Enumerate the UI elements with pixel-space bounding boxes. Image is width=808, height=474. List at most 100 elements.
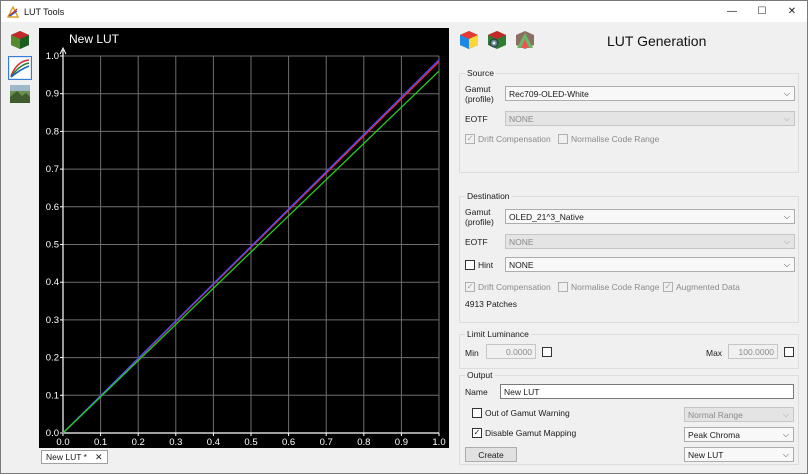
cube-settings-icon[interactable] bbox=[487, 30, 507, 50]
maximize-button[interactable]: ☐ bbox=[747, 1, 777, 22]
dest-normalise-label: Normalise Code Range bbox=[571, 282, 660, 292]
chart-title: New LUT bbox=[69, 32, 120, 46]
out-of-gamut-checkbox[interactable] bbox=[472, 408, 482, 418]
x-tick-label: 0.5 bbox=[244, 437, 257, 448]
x-tick-label: 0.6 bbox=[282, 437, 295, 448]
dest-eotf-value: NONE bbox=[509, 236, 534, 247]
create-button[interactable]: Create bbox=[465, 447, 517, 462]
curve-chart: New LUT 0.0 0.1 0.2 0.3 0.4 0.5 0.6 0.7 0.8 0.9 1.0… bbox=[46, 32, 446, 448]
max-enable-checkbox[interactable] bbox=[784, 347, 794, 357]
lut-generation-panel: LUT Generation Source Gamut (profile) Re… bbox=[457, 28, 799, 468]
output-group: Output Name New LUT Out of Gamut Warning… bbox=[459, 370, 799, 465]
augmented-checkbox[interactable]: ✓ bbox=[663, 282, 673, 292]
x-tick-label: 0.2 bbox=[132, 437, 145, 448]
limit-group-title: Limit Luminance bbox=[465, 329, 531, 339]
dest-drift-label: Drift Compensation bbox=[478, 282, 551, 292]
hint-select[interactable]: NONE ⌵ bbox=[505, 257, 795, 272]
lut-tools-window: LUT Tools — ☐ ✕ New LUT 0.0 0.1 0.2 0.3 0.4 0.… bbox=[0, 0, 808, 474]
source-group: Source Gamut (profile) Rec709-OLED-White… bbox=[459, 68, 799, 173]
close-button[interactable]: ✕ bbox=[777, 1, 807, 22]
source-drift-checkbox[interactable]: ✓ bbox=[465, 134, 475, 144]
minimize-button[interactable]: — bbox=[717, 1, 747, 22]
source-normalise-label: Normalise Code Range bbox=[571, 134, 660, 144]
chevron-down-icon: ⌵ bbox=[783, 260, 790, 269]
min-luminance-input[interactable]: 0.0000 bbox=[486, 344, 536, 359]
source-gamut-value: Rec709-OLED-White bbox=[509, 88, 589, 99]
source-group-title: Source bbox=[465, 68, 496, 78]
chevron-down-icon: ⌵ bbox=[783, 114, 790, 123]
x-tick-label: 1.0 bbox=[432, 437, 445, 448]
lut-select[interactable]: New LUT ⌵ bbox=[684, 447, 794, 462]
min-luminance-value: 0.0000 bbox=[506, 346, 532, 357]
dest-gamut-label-profile: (profile) bbox=[465, 217, 494, 227]
source-gamut-select[interactable]: Rec709-OLED-White ⌵ bbox=[505, 86, 795, 101]
x-tick-label: 0.4 bbox=[207, 437, 220, 448]
hint-value: NONE bbox=[509, 259, 534, 270]
dest-gamut-select[interactable]: OLED_21^3_Native ⌵ bbox=[505, 209, 795, 224]
rgb-cube-icon[interactable] bbox=[459, 30, 479, 50]
min-enable-checkbox[interactable] bbox=[542, 347, 552, 357]
y-tick-label: 0.7 bbox=[46, 164, 59, 175]
gamut-view-icon[interactable] bbox=[515, 30, 535, 50]
dest-drift-checkbox[interactable]: ✓ bbox=[465, 282, 475, 292]
source-eotf-value: NONE bbox=[509, 113, 534, 124]
disable-gamut-mapping-checkbox[interactable]: ✓ bbox=[472, 428, 482, 438]
x-tick-label: 0.3 bbox=[169, 437, 182, 448]
hint-checkbox[interactable] bbox=[465, 260, 475, 270]
cube-view-icon[interactable] bbox=[9, 29, 31, 51]
chevron-down-icon: ⌵ bbox=[782, 430, 789, 439]
source-eotf-select[interactable]: NONE ⌵ bbox=[505, 111, 795, 126]
y-tick-label: 0.6 bbox=[46, 202, 59, 213]
range-select[interactable]: Normal Range ⌵ bbox=[684, 407, 794, 422]
out-of-gamut-label: Out of Gamut Warning bbox=[485, 408, 570, 418]
tool-strip bbox=[1, 23, 35, 473]
lut-curve-plot: New LUT 0.0 0.1 0.2 0.3 0.4 0.5 0.6 0.7 0.8 0.9 1.0… bbox=[39, 28, 449, 448]
lut-name-input[interactable]: New LUT bbox=[500, 384, 794, 399]
dest-normalise-checkbox[interactable] bbox=[558, 282, 568, 292]
max-luminance-input[interactable]: 100.0000 bbox=[728, 344, 778, 359]
source-normalise-checkbox[interactable] bbox=[558, 134, 568, 144]
y-tick-label: 0.1 bbox=[46, 390, 59, 401]
chroma-value: Peak Chroma bbox=[688, 429, 740, 440]
lut-select-value: New LUT bbox=[688, 449, 724, 460]
tab-close-icon[interactable]: ✕ bbox=[95, 452, 103, 463]
panel-heading: LUT Generation bbox=[607, 33, 707, 49]
limit-luminance-group: Limit Luminance Min 0.0000 Max 100.0000 bbox=[459, 329, 799, 369]
y-tick-label: 0.2 bbox=[46, 353, 59, 364]
hint-label: Hint bbox=[478, 260, 494, 270]
document-tab-label: New LUT * bbox=[46, 452, 87, 462]
destination-group: Destination Gamut (profile) OLED_21^3_Na… bbox=[459, 191, 799, 323]
patch-count: 4913 Patches bbox=[465, 299, 517, 309]
output-group-title: Output bbox=[465, 370, 495, 380]
curve-view-icon[interactable] bbox=[8, 56, 32, 80]
source-gamut-label-profile: (profile) bbox=[465, 94, 494, 104]
destination-group-title: Destination bbox=[465, 191, 512, 201]
x-tick-label: 0.8 bbox=[357, 437, 370, 448]
x-tick-label: 0.1 bbox=[94, 437, 107, 448]
range-value: Normal Range bbox=[688, 409, 743, 420]
dest-gamut-label: Gamut bbox=[465, 207, 491, 217]
chevron-down-icon: ⌵ bbox=[782, 410, 789, 419]
source-eotf-label: EOTF bbox=[465, 114, 488, 124]
y-tick-label: 0.3 bbox=[46, 315, 59, 326]
max-luminance-value: 100.0000 bbox=[738, 346, 774, 357]
name-label: Name bbox=[465, 387, 488, 397]
window-title: LUT Tools bbox=[24, 6, 65, 17]
document-tab[interactable]: New LUT * ✕ bbox=[41, 450, 108, 464]
chroma-select[interactable]: Peak Chroma ⌵ bbox=[684, 427, 794, 442]
dest-eotf-select[interactable]: NONE ⌵ bbox=[505, 234, 795, 249]
min-label: Min bbox=[465, 348, 479, 358]
source-drift-label: Drift Compensation bbox=[478, 134, 551, 144]
title-bar: LUT Tools — ☐ ✕ bbox=[1, 1, 807, 22]
chevron-down-icon: ⌵ bbox=[783, 237, 790, 246]
y-tick-label: 0.4 bbox=[46, 277, 59, 288]
x-tick-label: 0.9 bbox=[395, 437, 408, 448]
y-tick-label: 0.9 bbox=[46, 89, 59, 100]
image-view-icon[interactable] bbox=[9, 83, 31, 105]
y-tick-label: 1.0 bbox=[46, 51, 59, 62]
dest-eotf-label: EOTF bbox=[465, 237, 488, 247]
document-tab-bar: New LUT * ✕ bbox=[39, 449, 449, 465]
source-gamut-label: Gamut bbox=[465, 84, 491, 94]
disable-gamut-mapping-label: Disable Gamut Mapping bbox=[485, 428, 577, 438]
max-label: Max bbox=[706, 348, 723, 358]
